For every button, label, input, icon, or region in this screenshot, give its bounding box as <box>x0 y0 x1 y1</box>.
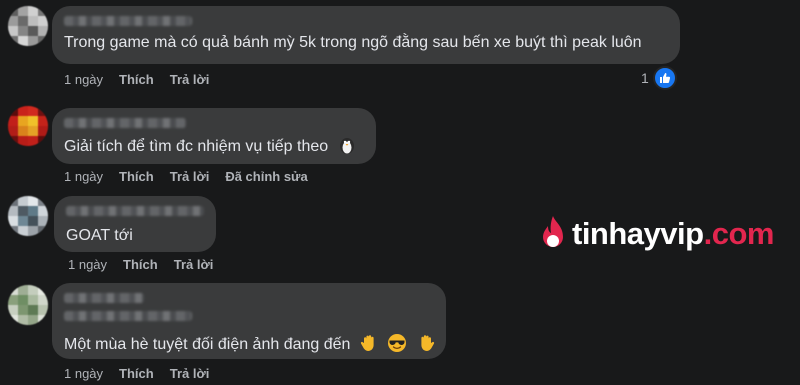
reply-button[interactable]: Trả lời <box>170 366 210 381</box>
comment-text-row: Giải tích để tìm đc nhiệm vụ tiếp theo <box>64 135 364 157</box>
sunglasses-face-icon <box>387 333 407 353</box>
avatar[interactable] <box>8 285 48 325</box>
author-name-blurred[interactable] <box>64 293 144 303</box>
watermark-brand: tinhayvip <box>572 216 704 251</box>
comment-bubble: Trong game mà có quả bánh mỳ 5k trong ng… <box>52 6 680 64</box>
avatar[interactable] <box>8 106 48 146</box>
comment-bubble: GOAT tới <box>54 196 216 252</box>
comment-text: Một mùa hè tuyệt đối điện ảnh đang đến <box>64 336 351 353</box>
comment-actions: 1 ngày Thích Trả lời Đã chỉnh sửa <box>64 169 308 184</box>
comment-time[interactable]: 1 ngày <box>64 169 103 184</box>
like-button[interactable]: Thích <box>123 257 158 272</box>
reply-button[interactable]: Trả lời <box>174 257 214 272</box>
reaction-count: 1 <box>641 70 649 86</box>
like-button[interactable]: Thích <box>119 72 154 87</box>
comment-actions: 1 ngày Thích Trả lời <box>68 257 213 272</box>
watermark-suffix: .com <box>703 216 775 251</box>
comment-text: Trong game mà có quả bánh mỳ 5k trong ng… <box>64 34 642 51</box>
reaction-count-badge[interactable]: 1 <box>641 66 677 90</box>
comment-time[interactable]: 1 ngày <box>64 72 103 87</box>
avatar[interactable] <box>8 6 48 46</box>
comment-text: GOAT tới <box>66 227 133 244</box>
comment-text-row: Một mùa hè tuyệt đối điện ảnh đang đến <box>64 333 434 355</box>
comment-time[interactable]: 1 ngày <box>64 366 103 381</box>
author-name-blurred[interactable] <box>66 206 204 216</box>
like-button[interactable]: Thích <box>119 169 154 184</box>
reply-button[interactable]: Trả lời <box>170 72 210 87</box>
like-button[interactable]: Thích <box>119 366 154 381</box>
edited-label[interactable]: Đã chỉnh sửa <box>225 169 307 184</box>
penguin-icon <box>337 135 357 155</box>
avatar[interactable] <box>8 196 48 236</box>
watermark-logo: tinhayvip .com <box>536 214 774 254</box>
comment-bubble: Một mùa hè tuyệt đối điện ảnh đang đến <box>52 283 446 359</box>
raised-hand-icon <box>359 333 379 353</box>
author-name-blurred[interactable] <box>64 16 192 26</box>
raised-hand-icon <box>416 333 436 353</box>
comment-text: Giải tích để tìm đc nhiệm vụ tiếp theo <box>64 138 329 155</box>
reply-button[interactable]: Trả lời <box>170 169 210 184</box>
comment-time[interactable]: 1 ngày <box>68 257 107 272</box>
like-icon <box>652 66 677 90</box>
comment-actions: 1 ngày Thích Trả lời <box>64 366 209 381</box>
author-name-blurred[interactable] <box>64 118 186 128</box>
author-subline-blurred <box>64 311 192 321</box>
fire-icon <box>536 214 570 254</box>
comment-bubble: Giải tích để tìm đc nhiệm vụ tiếp theo <box>52 108 376 164</box>
comment-actions: 1 ngày Thích Trả lời <box>64 72 209 87</box>
